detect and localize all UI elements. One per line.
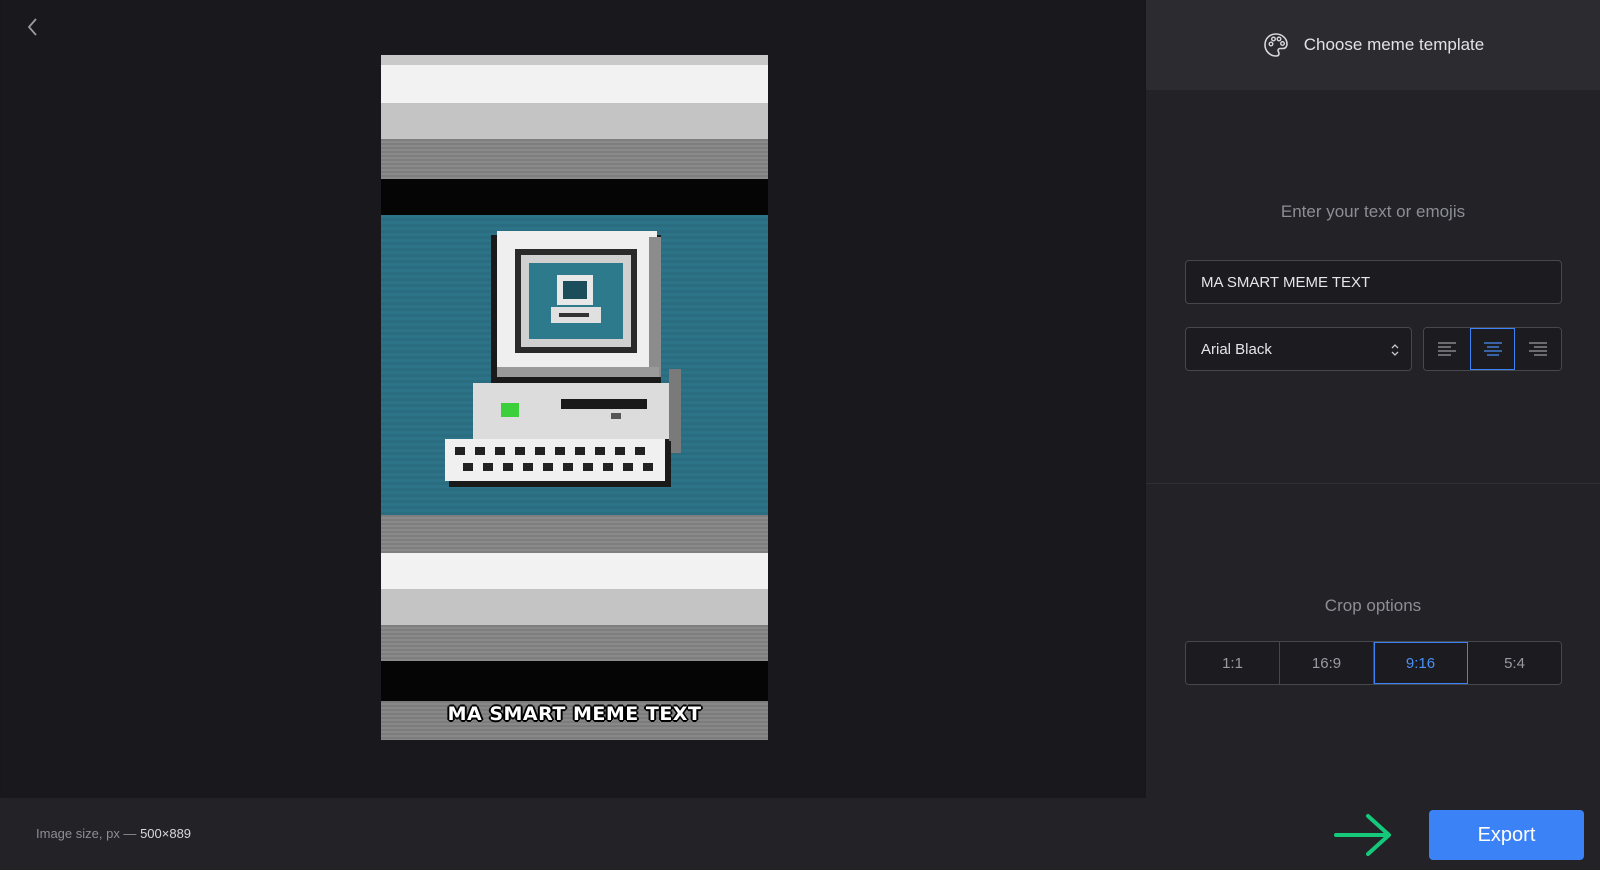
panel-divider <box>1146 483 1600 484</box>
meme-editor: MA SMART MEME TEXT Choose meme template … <box>0 0 1600 870</box>
preview-band <box>381 589 768 625</box>
palette-icon <box>1263 33 1288 57</box>
preview-band <box>381 553 768 589</box>
preview-band <box>381 515 768 553</box>
crop-options-label: Crop options <box>1324 596 1422 615</box>
export-button[interactable]: Export <box>1429 810 1584 860</box>
back-chevron-icon <box>27 18 37 36</box>
settings-panel: Choose meme template Enter your text or … <box>1146 0 1600 798</box>
choose-template-button[interactable]: Choose meme template <box>1146 0 1600 90</box>
bottom-bar: Image size, px — 500×889 Export <box>0 798 1600 870</box>
canvas-area: MA SMART MEME TEXT <box>2 0 1144 798</box>
crop-5-4-button[interactable]: 5:4 <box>1468 642 1561 684</box>
font-select[interactable]: Arial Black <box>1185 327 1412 371</box>
preview-band <box>381 103 768 139</box>
crop-options-group: 1:1 16:9 9:16 5:4 <box>1185 641 1562 685</box>
align-center-icon <box>1483 342 1502 356</box>
align-right-button[interactable] <box>1515 328 1561 370</box>
meme-preview: MA SMART MEME TEXT <box>381 55 768 740</box>
retro-computer-image <box>445 231 681 487</box>
crop-9-16-button[interactable]: 9:16 <box>1374 642 1468 684</box>
arrow-right-icon <box>1334 814 1391 856</box>
meme-text-input[interactable] <box>1185 260 1562 304</box>
crop-16-9-button[interactable]: 16:9 <box>1280 642 1374 684</box>
preview-band <box>381 55 768 103</box>
preview-band <box>381 179 768 215</box>
text-section-label: Enter your text or emojis <box>1280 202 1466 221</box>
text-align-group <box>1423 327 1562 371</box>
align-center-button[interactable] <box>1469 328 1516 370</box>
preview-band <box>381 661 768 701</box>
align-right-icon <box>1529 342 1548 356</box>
align-left-button[interactable] <box>1424 328 1470 370</box>
preview-band <box>381 139 768 179</box>
meme-caption: MA SMART MEME TEXT <box>447 703 702 725</box>
select-arrows-icon <box>1391 344 1399 356</box>
image-size-label: Image size, px — <box>36 826 137 841</box>
preview-band <box>381 625 768 661</box>
image-size-info: Image size, px — 500×889 <box>36 826 191 841</box>
align-left-icon <box>1437 342 1456 356</box>
font-select-value: Arial Black <box>1201 340 1272 358</box>
crop-1-1-button[interactable]: 1:1 <box>1186 642 1280 684</box>
back-button[interactable] <box>20 14 46 40</box>
choose-template-label: Choose meme template <box>1303 35 1485 54</box>
image-size-value: 500×889 <box>140 826 192 841</box>
